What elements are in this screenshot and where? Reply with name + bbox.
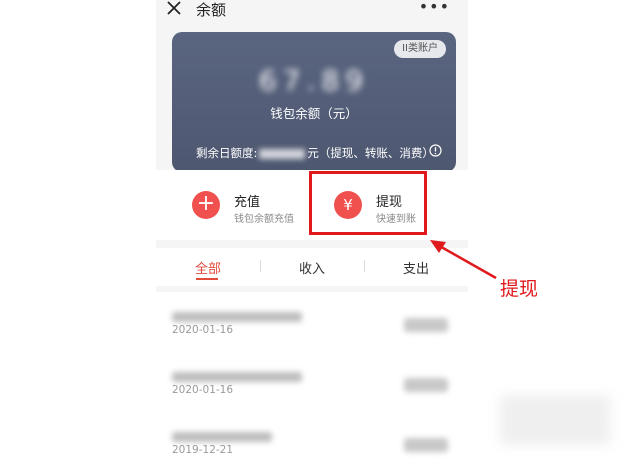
transaction-amount <box>404 438 448 452</box>
plus-icon: + <box>192 191 220 219</box>
close-icon[interactable] <box>164 0 184 20</box>
transaction-list: 2020-01-16 2020-01-16 2019-12-21 <box>156 292 468 464</box>
tab-all[interactable]: 全部 <box>195 258 221 277</box>
transaction-date: 2020-01-16 <box>172 384 234 396</box>
top-bar: 余额 ••• <box>156 0 468 22</box>
account-type-badge: II类账户 <box>394 40 446 58</box>
daily-limit: 剩余日额度: 元（提现、转账、消费） <box>196 145 434 161</box>
page-title: 余额 <box>196 1 227 19</box>
tab-active-indicator <box>196 278 218 280</box>
transaction-name <box>172 432 272 442</box>
list-item[interactable]: 2019-12-21 <box>156 422 468 464</box>
tab-income[interactable]: 收入 <box>299 258 325 277</box>
transaction-name <box>172 312 302 322</box>
tab-divider <box>364 260 365 272</box>
phone-screen: 余额 ••• II类账户 67.89 钱包余额（元） 剩余日额度: 元（提现、转账… <box>156 0 468 464</box>
watermark <box>500 395 610 445</box>
arrow-icon <box>430 240 497 280</box>
daily-limit-value <box>259 148 306 159</box>
transaction-date: 2019-12-21 <box>172 444 234 456</box>
balance-amount: 67.89 <box>258 64 370 97</box>
recharge-subtitle: 钱包余额充值 <box>234 214 294 225</box>
daily-limit-suffix: 元（提现、转账、消费） <box>307 146 434 160</box>
transaction-tabs: 全部 收入 支出 <box>156 248 468 286</box>
tab-divider <box>260 260 261 272</box>
list-item[interactable]: 2020-01-16 <box>156 302 468 360</box>
transaction-date: 2020-01-16 <box>172 324 234 336</box>
balance-card: II类账户 67.89 钱包余额（元） 剩余日额度: 元（提现、转账、消费） <box>172 32 456 172</box>
annotation-label: 提现 <box>500 278 539 300</box>
more-icon[interactable]: ••• <box>419 0 450 15</box>
list-item[interactable]: 2020-01-16 <box>156 362 468 420</box>
transaction-amount <box>404 318 448 332</box>
transaction-amount <box>404 378 448 392</box>
recharge-label: 充值 <box>234 195 261 210</box>
withdraw-highlight-box <box>309 171 427 235</box>
transaction-name <box>172 372 302 382</box>
daily-limit-prefix: 剩余日额度: <box>196 146 258 160</box>
balance-label: 钱包余额（元） <box>270 106 358 121</box>
info-icon[interactable] <box>429 144 442 157</box>
